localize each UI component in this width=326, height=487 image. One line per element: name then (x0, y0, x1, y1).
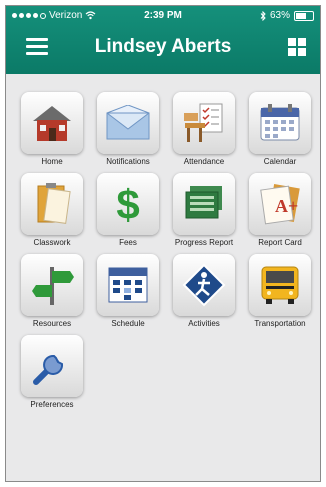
battery-percent: 63% (269, 10, 290, 21)
signpost-icon (32, 267, 74, 305)
tile-label: Notifications (106, 157, 150, 166)
tile-label: Home (41, 157, 63, 166)
activity-sign-icon (182, 263, 226, 307)
tile-label: Fees (119, 238, 137, 247)
transportation-tile[interactable]: Transportation (242, 254, 318, 328)
page-title: Lindsey Aberts (94, 36, 232, 57)
schedule-icon (108, 267, 148, 303)
notifications-tile[interactable]: Notifications (90, 92, 166, 166)
tile-grid: Home Notifications Attendance Calendar C… (14, 92, 314, 409)
school-bus-icon (261, 266, 299, 304)
tile-label: Resources (32, 319, 72, 328)
wrench-icon (33, 354, 64, 385)
calendar-icon (260, 104, 300, 141)
home-tile[interactable]: Home (14, 92, 90, 166)
tile-label: Transportation (254, 319, 306, 328)
resources-tile[interactable]: Resources (14, 254, 90, 328)
classwork-tile[interactable]: Classwork (14, 173, 90, 247)
battery-icon (294, 10, 314, 21)
preferences-tile[interactable]: Preferences (14, 335, 90, 409)
tile-label: Attendance (183, 157, 225, 166)
activities-tile[interactable]: Activities (166, 254, 242, 328)
house-icon (33, 106, 71, 141)
title-bar: Lindsey Aberts (6, 28, 320, 68)
tile-label: Calendar (263, 157, 297, 166)
folder-icon (37, 183, 71, 224)
tile-label: Schedule (111, 319, 145, 328)
svg-text:A+: A+ (275, 196, 298, 216)
dollar-icon: $ (116, 181, 139, 227)
attendance-tile[interactable]: Attendance (166, 92, 242, 166)
fees-tile[interactable]: $ Fees (90, 173, 166, 247)
tile-label: Classwork (33, 238, 71, 247)
report-card-tile[interactable]: A+ Report Card (242, 173, 318, 247)
envelope-icon (106, 105, 150, 140)
tile-label: Progress Report (174, 238, 234, 247)
calendar-tile[interactable]: Calendar (242, 92, 318, 166)
report-card-icon: A+ (260, 184, 300, 225)
report-sheets-icon (185, 186, 222, 219)
tile-label: Activities (188, 319, 220, 328)
app-header: Verizon 2:39 PM 63% Lindsey Aberts (6, 6, 320, 74)
status-bar: Verizon 2:39 PM 63% (6, 10, 320, 24)
tile-label: Preferences (30, 400, 74, 409)
bluetooth-icon (260, 10, 266, 21)
schedule-tile[interactable]: Schedule (90, 254, 166, 328)
progress-report-tile[interactable]: Progress Report (166, 173, 242, 247)
grid-view-icon[interactable] (288, 38, 306, 56)
desk-checklist-icon (184, 103, 223, 142)
tile-label: Report Card (258, 238, 302, 247)
svg-text:$: $ (116, 181, 139, 227)
app-frame: Verizon 2:39 PM 63% Lindsey Aberts Home … (5, 5, 321, 482)
